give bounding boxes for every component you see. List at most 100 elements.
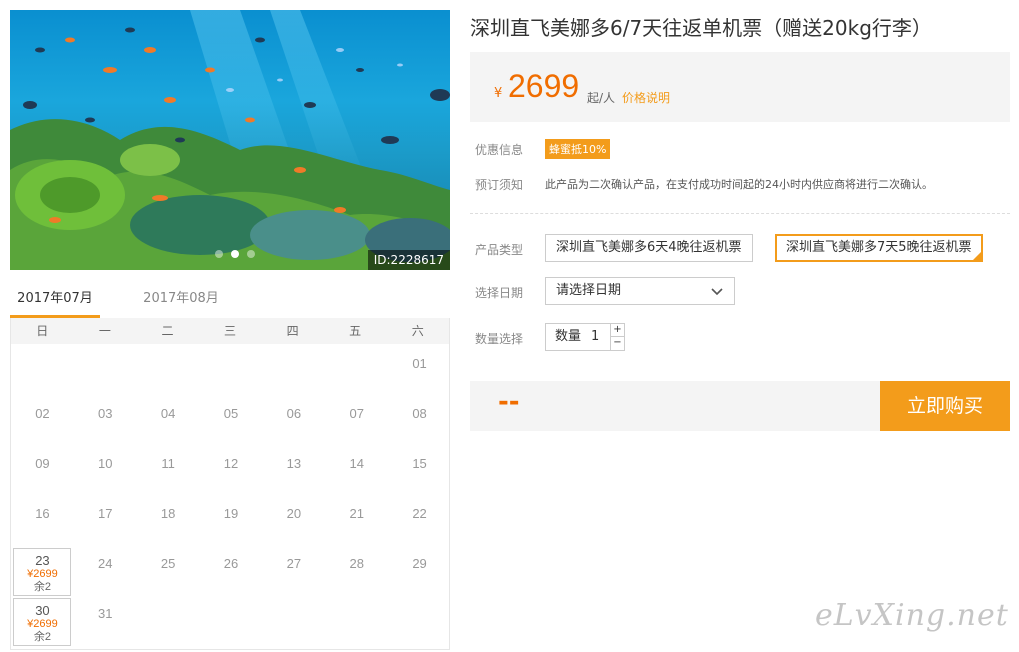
quantity-minus-button[interactable]: − (610, 337, 624, 350)
price-box: ¥ 2699 起/人 价格说明 (470, 52, 1010, 122)
calendar-day-number: 01 (412, 356, 427, 371)
calendar-day-number: 19 (223, 506, 239, 521)
calendar-day: 01 (391, 348, 449, 396)
calendar-day: 03 (76, 398, 134, 446)
calendar-day: 17 (76, 498, 134, 546)
calendar-day: 22 (391, 498, 449, 546)
coral-reef-illustration (10, 10, 450, 270)
calendar-day-number: 12 (223, 456, 239, 471)
carousel-dots (215, 250, 255, 258)
product-image: ID:2228617 (10, 10, 450, 270)
carousel-dot[interactable] (247, 250, 255, 258)
calendar-day-number: 18 (160, 506, 176, 521)
watermark: eLvXing.net (815, 598, 1009, 633)
weekday-header: 日 一 二 三 四 五 六 (11, 318, 449, 344)
price-amount: 2699 (508, 68, 580, 104)
calendar-day: 16 (13, 498, 71, 546)
calendar-day: 19 (202, 498, 260, 546)
quantity-label: 数量选择 (475, 332, 524, 346)
calendar-day-number: 21 (349, 506, 364, 521)
currency-symbol: ¥ (494, 86, 503, 101)
weekday-tue: 二 (161, 324, 174, 338)
calendar-day: 02 (13, 398, 71, 446)
weekday-wed: 三 (224, 324, 237, 338)
calendar-day: 13 (265, 448, 323, 496)
buy-bar: -- 立即购买 (470, 381, 1010, 431)
calendar-day: 12 (202, 448, 260, 496)
quantity-plus-button[interactable]: + (610, 324, 624, 337)
quantity-inner-label: 数量 (555, 329, 582, 344)
calendar-day-number: 09 (35, 456, 50, 471)
calendar-day-number: 31 (98, 606, 113, 621)
calendar-day: 28 (328, 548, 386, 596)
product-type-option-6d[interactable]: 深圳直飞美娜多6天4晚往返机票 (545, 234, 753, 262)
tab-month-august[interactable]: 2017年08月 (136, 282, 226, 318)
calendar-day-available[interactable]: 30 ¥2699 余2 (13, 598, 72, 646)
calendar-day-number: 11 (161, 456, 175, 471)
weekday-mon: 一 (98, 324, 111, 338)
calendar-day-number: 07 (349, 406, 364, 421)
calendar-day: 10 (76, 448, 134, 496)
calendar-day: 18 (139, 498, 197, 546)
product-type-label: 产品类型 (475, 243, 524, 257)
date-select-value: 请选择日期 (556, 283, 622, 298)
calendar-day-number: 26 (223, 556, 239, 571)
calendar-day: 09 (13, 448, 71, 496)
calendar-day: 11 (139, 448, 197, 496)
price-unit: 起/人 (587, 91, 616, 105)
calendar-day-number: 23 (35, 553, 50, 568)
calendar-day-price: ¥2699 (27, 568, 58, 580)
calendar-day-number: 15 (412, 456, 427, 471)
calendar-day: 27 (265, 548, 323, 596)
calendar-day: 15 (391, 448, 449, 496)
calendar-day: 24 (76, 548, 134, 596)
carousel-dot-active[interactable] (231, 250, 239, 258)
buy-now-button[interactable]: 立即购买 (880, 381, 1010, 431)
calendar-day-number: 10 (98, 456, 113, 471)
quantity-value[interactable]: 1 (591, 324, 599, 350)
carousel-dot[interactable] (215, 250, 223, 258)
calendar-day-number: 16 (35, 506, 50, 521)
weekday-sat: 六 (411, 324, 424, 338)
calendar-day-number: 05 (223, 406, 239, 421)
calendar-day: 31 (76, 598, 134, 646)
calendar-day: 05 (202, 398, 260, 446)
price-explain-link[interactable]: 价格说明 (622, 89, 670, 106)
calendar-day-number: 03 (98, 406, 113, 421)
calendar-day-number: 06 (286, 406, 302, 421)
calendar-day-available[interactable]: 23 ¥2699 余2 (13, 548, 72, 596)
weekday-sun: 日 (36, 324, 49, 338)
calendar-day: 07 (328, 398, 386, 446)
product-type-option-7d[interactable]: 深圳直飞美娜多7天5晚往返机票 (775, 234, 983, 262)
quantity-stepper: 数量 1 + − (545, 323, 625, 351)
calendar-day-number: 17 (98, 506, 113, 521)
calendar-day: 14 (328, 448, 386, 496)
calendar-day-number: 13 (286, 456, 302, 471)
discount-badge: 蜂蜜抵10% (545, 139, 611, 159)
tab-month-july[interactable]: 2017年07月 (10, 282, 100, 318)
calendar-day: 08 (391, 398, 449, 446)
calendar-day: 04 (139, 398, 197, 446)
calendar-day-number: 30 (35, 603, 50, 618)
discount-label: 优惠信息 (475, 143, 524, 157)
booking-notice: 此产品为二次确认产品，在支付成功时间起的24小时内供应商将进行二次确认。 (545, 178, 933, 191)
calendar-day-remaining: 余2 (33, 631, 51, 643)
divider (470, 213, 1010, 214)
date-label: 选择日期 (475, 286, 524, 300)
calendar-day: 29 (391, 548, 449, 596)
date-select[interactable]: 请选择日期 (545, 277, 735, 305)
notice-label: 预订须知 (475, 178, 524, 192)
calendar-day: 25 (139, 548, 197, 596)
calendar-day: 06 (265, 398, 323, 446)
calendar-day: 26 (202, 548, 260, 596)
calendar-day-number: 25 (160, 556, 176, 571)
price-calendar: 日 一 二 三 四 五 六 01 02 03 04 05 06 07 08 09 10 11 12 13… (10, 318, 450, 650)
calendar-day-number: 08 (412, 406, 427, 421)
calendar-day-number: 04 (160, 406, 176, 421)
calendar-day-number: 27 (286, 556, 302, 571)
calendar-day: 21 (328, 498, 386, 546)
weekday-thu: 四 (286, 324, 299, 338)
month-tabs: 2017年07月 2017年08月 (10, 282, 450, 318)
calendar-day-number: 14 (349, 456, 364, 471)
calendar-day-number: 20 (286, 506, 302, 521)
